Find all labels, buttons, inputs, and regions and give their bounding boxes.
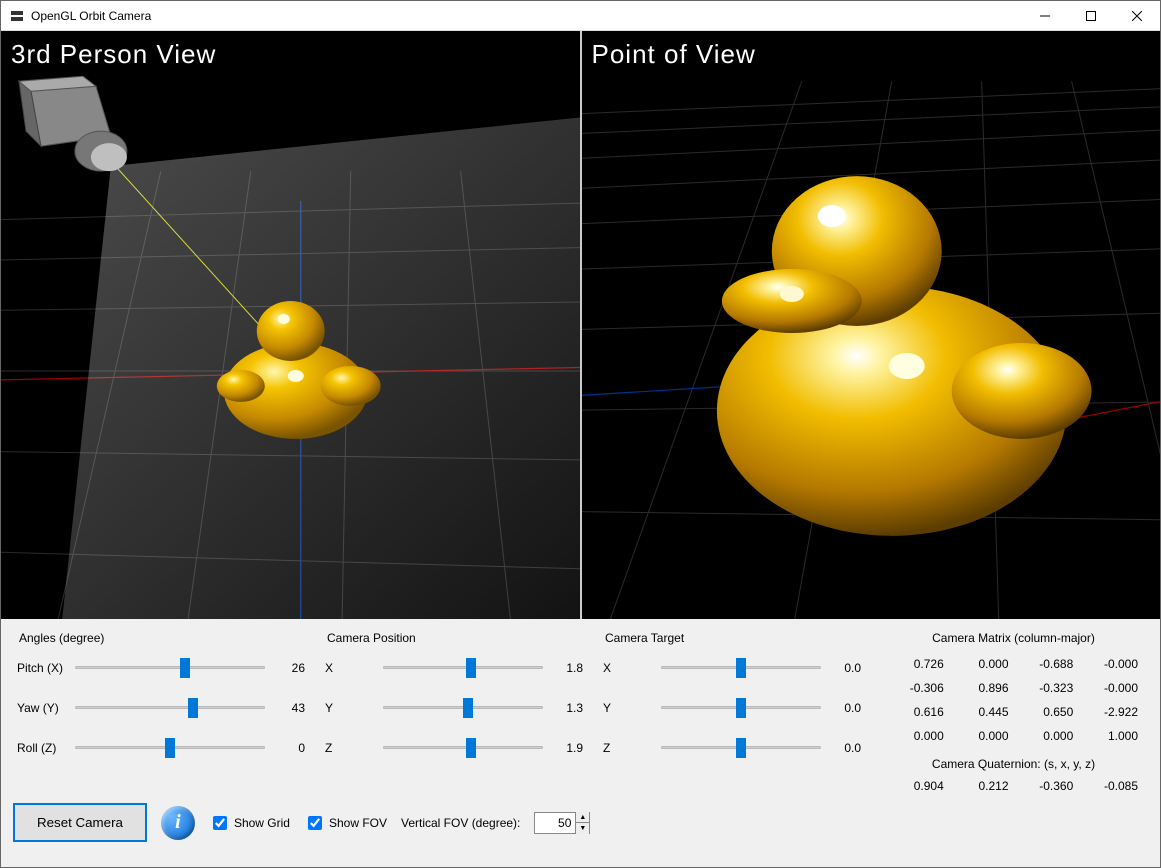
- panel-heading: Camera Quaternion: (s, x, y, z): [883, 757, 1144, 771]
- panel-angles: Angles (degree) Pitch (X) 26 Yaw (Y) 43 …: [11, 627, 311, 795]
- slider-label: Z: [603, 741, 655, 755]
- slider-roll: Roll (Z) 0: [17, 735, 305, 761]
- maximize-button[interactable]: [1068, 1, 1114, 31]
- viewport-3rd-person[interactable]: 3rd Person View: [1, 31, 580, 619]
- matrix-cell: 0.896: [952, 681, 1009, 695]
- camera-model: [19, 76, 127, 171]
- show-fov-checkbox[interactable]: Show FOV: [304, 813, 387, 833]
- fov-spinbox[interactable]: ▲ ▼: [534, 812, 590, 834]
- slider-label: Pitch (X): [17, 661, 69, 675]
- slider-label: X: [325, 661, 377, 675]
- tgt-y-slider[interactable]: [661, 698, 821, 718]
- slider-label: Yaw (Y): [17, 701, 69, 715]
- viewport-label: 3rd Person View: [11, 39, 216, 70]
- info-icon[interactable]: i: [161, 806, 195, 840]
- slider-yaw: Yaw (Y) 43: [17, 695, 305, 721]
- matrix-cell: 0.616: [887, 705, 944, 719]
- pos-y-slider[interactable]: [383, 698, 543, 718]
- viewports: 3rd Person View: [1, 31, 1160, 619]
- matrix-cell: 0.445: [952, 705, 1009, 719]
- slider-label: Y: [325, 701, 377, 715]
- matrix-cell: -0.306: [887, 681, 944, 695]
- minimize-button[interactable]: [1022, 1, 1068, 31]
- slider-label: Y: [603, 701, 655, 715]
- viewport-label: Point of View: [592, 39, 756, 70]
- panel-quaternion: Camera Quaternion: (s, x, y, z) 0.904 0.…: [881, 757, 1144, 793]
- slider-label: Roll (Z): [17, 741, 69, 755]
- window-title: OpenGL Orbit Camera: [31, 9, 1022, 23]
- quat-value: 0.904: [887, 779, 944, 793]
- slider-value: 1.8: [549, 661, 583, 675]
- fov-step-down[interactable]: ▼: [575, 823, 589, 834]
- panel-camera-position: Camera Position X 1.8 Y 1.3 Z 1.9: [319, 627, 589, 795]
- matrix-cell: -2.922: [1081, 705, 1138, 719]
- matrix-cell: 0.000: [1017, 729, 1074, 743]
- scene-3rd-person: [1, 31, 580, 619]
- matrix-cell: 0.000: [952, 657, 1009, 671]
- matrix-cell: -0.323: [1017, 681, 1074, 695]
- matrix-cell: 0.650: [1017, 705, 1074, 719]
- matrix-grid: 0.726 0.000 -0.688 -0.000 -0.306 0.896 -…: [881, 655, 1144, 749]
- panel-heading: Angles (degree): [19, 631, 305, 645]
- titlebar: OpenGL Orbit Camera: [1, 1, 1160, 31]
- slider-value: 0.0: [827, 661, 861, 675]
- slider-value: 1.9: [549, 741, 583, 755]
- matrix-cell: 1.000: [1081, 729, 1138, 743]
- slider-value: 0.0: [827, 701, 861, 715]
- tgt-x-slider[interactable]: [661, 658, 821, 678]
- pos-z-slider[interactable]: [383, 738, 543, 758]
- bottom-bar: Reset Camera i Show Grid Show FOV Vertic…: [11, 795, 1150, 844]
- controls: Angles (degree) Pitch (X) 26 Yaw (Y) 43 …: [1, 619, 1160, 867]
- reset-camera-button[interactable]: Reset Camera: [13, 803, 147, 842]
- matrix-cell: -0.000: [1081, 681, 1138, 695]
- checkbox-label: Show FOV: [329, 816, 387, 830]
- panel-heading: Camera Position: [327, 631, 583, 645]
- slider-value: 0.0: [827, 741, 861, 755]
- show-grid-input[interactable]: [213, 816, 227, 830]
- slider-value: 43: [271, 701, 305, 715]
- quat-value: -0.085: [1081, 779, 1138, 793]
- panel-camera-target: Camera Target X 0.0 Y 0.0 Z 0.0: [597, 627, 867, 795]
- slider-label: X: [603, 661, 655, 675]
- yaw-slider[interactable]: [75, 698, 265, 718]
- roll-slider[interactable]: [75, 738, 265, 758]
- slider-label: Z: [325, 741, 377, 755]
- fov-label: Vertical FOV (degree):: [401, 816, 520, 830]
- close-button[interactable]: [1114, 1, 1160, 31]
- pitch-slider[interactable]: [75, 658, 265, 678]
- matrix-cell: -0.000: [1081, 657, 1138, 671]
- matrix-cell: 0.000: [952, 729, 1009, 743]
- panel-matrix: Camera Matrix (column-major) 0.726 0.000…: [875, 627, 1150, 795]
- quat-value: 0.212: [952, 779, 1009, 793]
- checkbox-label: Show Grid: [234, 816, 290, 830]
- fov-input[interactable]: [535, 815, 575, 831]
- panel-heading: Camera Target: [605, 631, 861, 645]
- duck-model: [716, 176, 1091, 536]
- show-grid-checkbox[interactable]: Show Grid: [209, 813, 290, 833]
- app-icon: [9, 8, 25, 24]
- slider-value: 26: [271, 661, 305, 675]
- scene-pov: [582, 31, 1161, 619]
- slider-pitch: Pitch (X) 26: [17, 655, 305, 681]
- quat-value: -0.360: [1017, 779, 1074, 793]
- matrix-cell: 0.000: [887, 729, 944, 743]
- pos-x-slider[interactable]: [383, 658, 543, 678]
- panel-heading: Camera Matrix (column-major): [883, 631, 1144, 645]
- viewport-pov[interactable]: Point of View: [580, 31, 1161, 619]
- tgt-z-slider[interactable]: [661, 738, 821, 758]
- fov-step-up[interactable]: ▲: [575, 812, 589, 823]
- slider-value: 0: [271, 741, 305, 755]
- matrix-cell: 0.726: [887, 657, 944, 671]
- slider-value: 1.3: [549, 701, 583, 715]
- matrix-cell: -0.688: [1017, 657, 1074, 671]
- show-fov-input[interactable]: [308, 816, 322, 830]
